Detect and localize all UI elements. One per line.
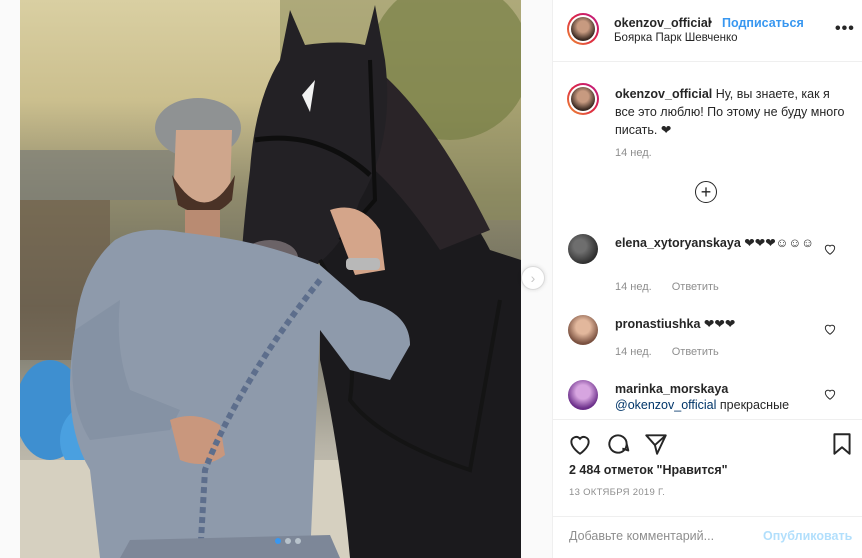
comment-avatar[interactable] bbox=[567, 314, 599, 346]
like-comment-heart-icon[interactable] bbox=[823, 242, 837, 256]
load-more-comments-button[interactable]: + bbox=[695, 181, 717, 203]
bookmark-icon[interactable] bbox=[829, 431, 855, 457]
publish-button[interactable]: Опубликовать bbox=[763, 529, 852, 543]
chevron-right-icon: › bbox=[530, 270, 536, 286]
post-date[interactable]: 13 ОКТЯБРЯ 2019 Г. bbox=[569, 487, 665, 498]
post-side-panel: okenzov_official • Подписаться Боярка Па… bbox=[552, 0, 862, 558]
comment-text: ❤❤❤☺☺☺ bbox=[744, 236, 814, 250]
comment-meta: 14 нед. Ответить bbox=[615, 346, 719, 358]
comment-avatar[interactable] bbox=[567, 379, 599, 411]
comment-text: прекрасные bbox=[719, 398, 790, 412]
plus-circle-icon: + bbox=[700, 182, 712, 202]
comment-input[interactable]: Добавьте комментарий... bbox=[569, 529, 714, 543]
carousel-dot bbox=[285, 538, 291, 544]
comments-list: okenzov_official Ну, вы знаете, как я вс… bbox=[553, 63, 862, 419]
comment-body: marinka_morskaya @okenzov_official прекр… bbox=[615, 381, 815, 413]
comment-meta: 14 нед. Ответить bbox=[615, 281, 719, 293]
post-header: okenzov_official • Подписаться Боярка Па… bbox=[553, 0, 862, 62]
share-icon[interactable] bbox=[643, 431, 669, 457]
caption-avatar[interactable] bbox=[567, 83, 599, 115]
carousel-next-button[interactable]: › bbox=[521, 266, 545, 290]
comment-time[interactable]: 14 нед. bbox=[615, 346, 652, 358]
comment-icon[interactable] bbox=[605, 431, 631, 457]
author-username[interactable]: okenzov_official bbox=[614, 16, 711, 30]
comment-mention[interactable]: @okenzov_official bbox=[615, 398, 716, 412]
caption-time[interactable]: 14 нед. bbox=[615, 147, 652, 159]
comment-body: elena_xytoryanskaya ❤❤❤☺☺☺ bbox=[615, 235, 815, 251]
comment-time[interactable]: 14 нед. bbox=[615, 281, 652, 293]
post-media-area: › bbox=[0, 0, 552, 558]
post-location[interactable]: Боярка Парк Шевченко bbox=[614, 32, 738, 44]
like-comment-heart-icon[interactable] bbox=[823, 387, 837, 401]
likes-count[interactable]: 2 484 отметок "Нравится" bbox=[569, 463, 728, 477]
photo-illustration bbox=[20, 0, 521, 558]
add-comment-bar: Добавьте комментарий... Опубликовать bbox=[553, 516, 862, 558]
comment-username[interactable]: elena_xytoryanskaya bbox=[615, 236, 741, 250]
post-actions: 2 484 отметок "Нравится" 13 ОКТЯБРЯ 2019… bbox=[553, 419, 862, 558]
caption-username[interactable]: okenzov_official bbox=[615, 87, 712, 101]
comment-body: pronastiushka ❤❤❤ bbox=[615, 316, 815, 332]
heart-icon[interactable] bbox=[567, 431, 593, 457]
carousel-dot-active bbox=[275, 538, 281, 544]
more-dots-icon[interactable]: ••• bbox=[835, 20, 855, 38]
comment-text: ❤❤❤ bbox=[703, 317, 736, 331]
carousel-dot bbox=[295, 538, 301, 544]
follow-button[interactable]: Подписаться bbox=[722, 16, 804, 30]
reply-button[interactable]: Ответить bbox=[672, 346, 719, 358]
like-comment-heart-icon[interactable] bbox=[823, 322, 837, 336]
comment-username[interactable]: marinka_morskaya bbox=[615, 382, 728, 396]
reply-button[interactable]: Ответить bbox=[672, 281, 719, 293]
carousel-dots bbox=[275, 538, 301, 544]
post-photo[interactable] bbox=[20, 0, 521, 558]
comment-username[interactable]: pronastiushka bbox=[615, 317, 700, 331]
header-separator: • bbox=[708, 15, 713, 29]
caption-text-block: okenzov_official Ну, вы знаете, как я вс… bbox=[615, 85, 845, 139]
comment-avatar[interactable] bbox=[567, 233, 599, 265]
author-avatar[interactable] bbox=[567, 13, 599, 45]
